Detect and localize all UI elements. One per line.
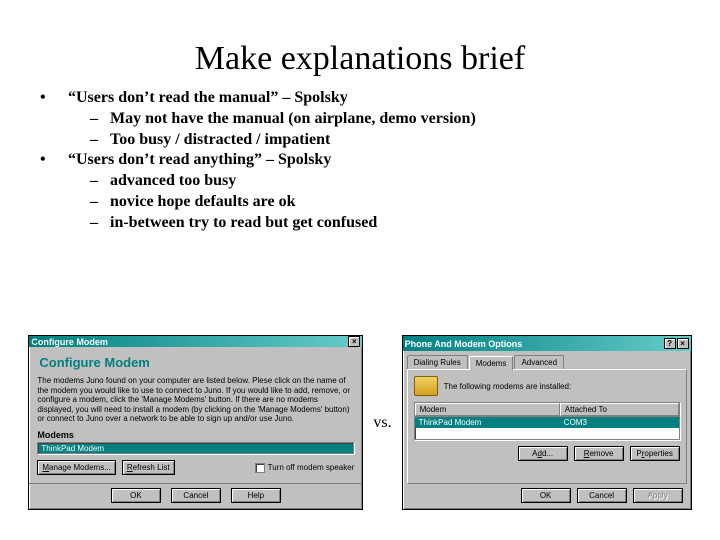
titlebar: Phone And Modem Options ? ×	[403, 336, 691, 351]
modem-listbox[interactable]: ThinkPad Modem	[37, 442, 354, 454]
manage-modems-button[interactable]: Manage Modems...	[37, 460, 115, 475]
cancel-button[interactable]: Cancel	[171, 488, 221, 503]
cell-modem: ThinkPad Modem	[415, 418, 560, 427]
speaker-checkbox[interactable]: Turn off modem speaker	[255, 463, 355, 473]
phone-modem-options-dialog: Phone And Modem Options ? × Dialing Rule…	[402, 335, 692, 510]
bullet-item: Too busy / distracted / impatient	[90, 130, 680, 151]
refresh-list-button[interactable]: Refresh List	[122, 460, 175, 475]
close-icon[interactable]: ×	[677, 338, 689, 349]
configure-modem-dialog: Configure Modem × Configure Modem The mo…	[28, 335, 363, 510]
tab-panel: The following modems are installed: Mode…	[407, 369, 687, 484]
add-button[interactable]: Add...	[518, 446, 568, 461]
checkbox-icon	[255, 463, 265, 473]
window-title: Configure Modem	[31, 337, 108, 347]
modem-icon	[414, 376, 438, 396]
dialog-header: Configure Modem	[39, 355, 354, 370]
apply-button: Apply	[633, 488, 683, 503]
tab-dialing-rules[interactable]: Dialing Rules	[407, 355, 468, 369]
help-icon[interactable]: ?	[664, 338, 676, 349]
tab-modems[interactable]: Modems	[469, 356, 514, 370]
slide-title: Make explanations brief	[40, 40, 680, 78]
column-header-modem[interactable]: Modem	[415, 403, 560, 416]
cell-port: COM3	[560, 418, 679, 427]
selected-modem: ThinkPad Modem	[41, 444, 104, 453]
panel-caption: The following modems are installed:	[444, 382, 572, 391]
list-row[interactable]: ThinkPad Modem COM3	[415, 417, 679, 428]
tab-advanced[interactable]: Advanced	[514, 355, 564, 369]
bullet-item: novice hope defaults are ok	[90, 192, 680, 213]
close-icon[interactable]: ×	[348, 336, 360, 347]
ok-button[interactable]: OK	[521, 488, 571, 503]
tab-bar: Dialing Rules Modems Advanced	[407, 355, 691, 369]
dialog-body: Configure Modem The modems Juno found on…	[29, 347, 362, 479]
vs-label: vs.	[369, 414, 395, 432]
dialog-description: The modems Juno found on your computer a…	[37, 376, 354, 424]
titlebar: Configure Modem ×	[29, 336, 362, 347]
column-header-attached[interactable]: Attached To	[560, 403, 679, 416]
cancel-button[interactable]: Cancel	[577, 488, 627, 503]
help-button[interactable]: Help	[231, 488, 281, 503]
bullet-item: “Users don’t read the manual” – Spolsky	[40, 88, 680, 109]
bullet-item: advanced too busy	[90, 171, 680, 192]
remove-button[interactable]: Remove	[574, 446, 624, 461]
slide: Make explanations brief “Users don’t rea…	[0, 0, 720, 540]
properties-button[interactable]: Properties	[630, 446, 680, 461]
bullet-item: May not have the manual (on airplane, de…	[90, 109, 680, 130]
bullet-item: “Users don’t read anything” – Spolsky	[40, 150, 680, 171]
window-title: Phone And Modem Options	[405, 339, 523, 349]
dialog-comparison: Configure Modem × Configure Modem The mo…	[10, 335, 710, 510]
checkbox-label: Turn off modem speaker	[268, 463, 355, 472]
modem-listview[interactable]: Modem Attached To ThinkPad Modem COM3	[414, 402, 680, 440]
modems-label: Modems	[37, 430, 354, 440]
bullet-list: “Users don’t read the manual” – Spolsky …	[40, 88, 680, 234]
bullet-item: in-between try to read but get confused	[90, 213, 680, 234]
ok-button[interactable]: OK	[111, 488, 161, 503]
